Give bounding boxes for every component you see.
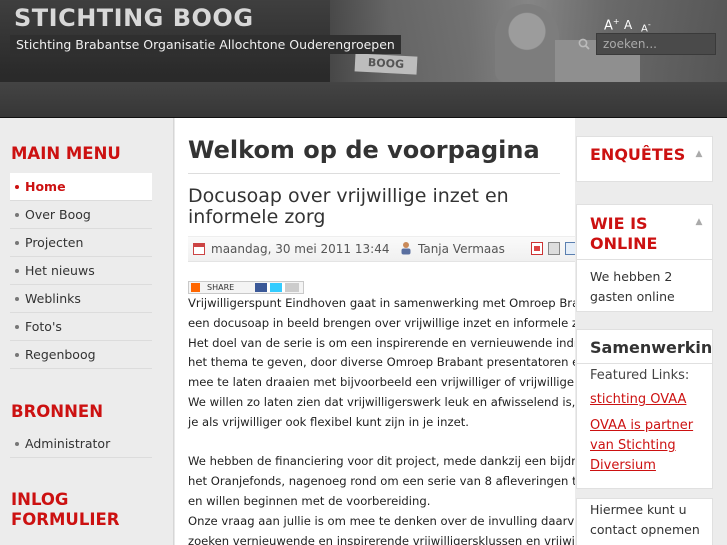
main-menu: Home Over Boog Projecten Het nieuws Webl… bbox=[10, 173, 152, 369]
contact-module: Hiermee kunt u contact opnemen bbox=[576, 498, 713, 545]
main-content: Welkom op de voorpagina Docusoap over vr… bbox=[175, 118, 575, 545]
link-stichting-ovaa[interactable]: stichting OVAA bbox=[590, 390, 686, 410]
article-title[interactable]: Docusoap over vrijwillige inzet en infor… bbox=[188, 186, 528, 228]
article-line: We willen zo laten zien dat vrijwilliger… bbox=[188, 394, 575, 409]
contact-text: Hiermee kunt u contact opnemen bbox=[590, 502, 700, 537]
article-line: het Oranjefonds, nagenoeg rond om een se… bbox=[188, 474, 575, 489]
module-divider bbox=[577, 363, 712, 364]
menu-item-weblinks[interactable]: Weblinks bbox=[10, 285, 152, 313]
site-title[interactable]: STICHTING BOOG bbox=[14, 4, 254, 32]
polls-title: ENQUÊTES bbox=[590, 145, 686, 164]
collapse-up-icon[interactable]: ▲ bbox=[694, 150, 704, 159]
collapse-up-icon[interactable]: ▲ bbox=[694, 218, 704, 227]
who-is-online-title: WIE IS ONLINE bbox=[590, 214, 658, 253]
article-meta-bar: maandag, 30 mei 2011 13:44 Tanja Vermaas bbox=[188, 236, 575, 262]
module-divider bbox=[577, 259, 712, 260]
font-decrease-suffix: - bbox=[647, 20, 651, 29]
article-line: zoeken vernieuwende en inspirerende vrij… bbox=[188, 533, 575, 545]
links-module: Samenwerkin Featured Links: stichting OV… bbox=[576, 329, 713, 489]
email-icon[interactable] bbox=[565, 242, 575, 255]
menu-item-regenboog[interactable]: Regenboog bbox=[10, 341, 152, 369]
sources-list: Administrator bbox=[10, 430, 152, 458]
menu-item-home[interactable]: Home bbox=[10, 173, 152, 201]
heading-divider bbox=[188, 173, 560, 174]
menu-item-fotos[interactable]: Foto's bbox=[10, 313, 152, 341]
links-title: Samenwerkin bbox=[590, 338, 713, 357]
right-sidebar: ENQUÊTES ▲ WIE IS ONLINE ▲ We hebben 2 g… bbox=[575, 118, 727, 545]
calendar-icon bbox=[193, 243, 205, 255]
link-ovaa-partner[interactable]: OVAA is partner bbox=[590, 416, 693, 436]
header-photo-person bbox=[495, 4, 559, 82]
page: BOOG STICHTING BOOG Stichting Brabantse … bbox=[0, 0, 727, 545]
search-icon[interactable] bbox=[578, 38, 590, 50]
site-header: BOOG STICHTING BOOG Stichting Brabantse … bbox=[0, 0, 727, 118]
share-plus-icon bbox=[191, 283, 200, 292]
share-label: SHARE bbox=[207, 283, 235, 292]
main-menu-title: MAIN MENU bbox=[11, 144, 121, 163]
link-ovaa-partner-line2[interactable]: van Stichting bbox=[590, 436, 676, 456]
font-increase-label: A bbox=[604, 18, 613, 34]
pdf-icon[interactable] bbox=[531, 242, 543, 255]
print-icon[interactable] bbox=[548, 242, 560, 255]
article-line: We hebben de financiering voor dit proje… bbox=[188, 454, 575, 469]
site-subtitle: Stichting Brabantse Organisatie Allochto… bbox=[10, 35, 401, 54]
sources-item-administrator[interactable]: Administrator bbox=[10, 430, 152, 458]
font-increase-suffix: + bbox=[612, 17, 620, 26]
who-is-online-module: WIE IS ONLINE ▲ We hebben 2 gasten onlin… bbox=[576, 204, 713, 312]
font-increase-button[interactable]: A+ bbox=[604, 17, 620, 33]
login-form-title: INLOG FORMULIER bbox=[11, 490, 120, 529]
article-line: Onze vraag aan jullie is om mee te denke… bbox=[188, 513, 575, 528]
article-line: en willen beginnen met de voorbereiding. bbox=[188, 493, 431, 508]
header-bottom-bar bbox=[0, 82, 727, 117]
link-ovaa-partner-line3[interactable]: Diversium bbox=[590, 456, 656, 476]
article-line-blank bbox=[188, 433, 575, 453]
page-heading: Welkom op de voorpagina bbox=[188, 136, 540, 164]
article-line: Het doel van de serie is om een inspirer… bbox=[188, 335, 575, 350]
article-line: Vrijwilligerspunt Eindhoven gaat in same… bbox=[188, 296, 575, 310]
author-icon bbox=[401, 242, 411, 255]
share-button[interactable]: SHARE bbox=[188, 281, 304, 294]
font-reset-button[interactable]: A bbox=[624, 18, 632, 32]
article-line: een docusoap in beeld brengen over vrijw… bbox=[188, 315, 575, 330]
article-date: maandag, 30 mei 2011 13:44 bbox=[211, 242, 390, 256]
menu-item-over-boog[interactable]: Over Boog bbox=[10, 201, 152, 229]
article-author: Tanja Vermaas bbox=[418, 242, 505, 256]
article-line: mee te laten draaien met bijvoorbeeld ee… bbox=[188, 375, 575, 390]
article-line: je als vrijwilliger ook flexibel kunt zi… bbox=[188, 414, 469, 429]
featured-links-label: Featured Links: bbox=[590, 368, 690, 383]
article-body: Vrijwilligerspunt Eindhoven gaat in same… bbox=[188, 294, 575, 545]
polls-module: ENQUÊTES ▲ bbox=[576, 136, 713, 182]
menu-item-het-nieuws[interactable]: Het nieuws bbox=[10, 257, 152, 285]
header-photo-sign: BOOG bbox=[354, 53, 418, 75]
share-services-icon bbox=[255, 283, 299, 292]
sources-title: BRONNEN bbox=[11, 402, 104, 421]
article-line: het thema te geven, door diverse Omroep … bbox=[188, 355, 575, 370]
search-input[interactable] bbox=[596, 33, 716, 55]
menu-item-projecten[interactable]: Projecten bbox=[10, 229, 152, 257]
online-count-text: We hebben 2 gasten online bbox=[590, 269, 675, 304]
